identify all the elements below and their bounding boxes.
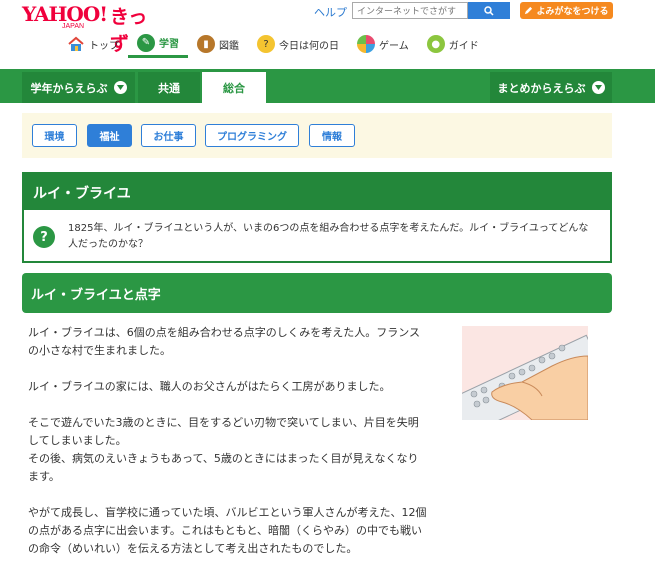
chip-welfare[interactable]: 福祉 bbox=[87, 124, 132, 147]
article-paragraph: ルイ・ブライユの家には、職人のお父さんがはたらく工房がありました。 bbox=[28, 380, 391, 393]
gnav-zukan-label: 図鑑 bbox=[219, 40, 239, 52]
gnav-guide-label: ガイド bbox=[448, 40, 479, 52]
chip-information[interactable]: 情報 bbox=[309, 124, 355, 147]
calendar-icon: ? bbox=[257, 35, 275, 53]
topic-box: ルイ・ブライユ ? 1825年、ルイ・ブライユという人が、いまの6つの点を組み合… bbox=[22, 172, 612, 263]
search-icon bbox=[484, 5, 494, 16]
chip-programming[interactable]: プログラミング bbox=[205, 124, 299, 147]
gnav-today-label: 今日は何の日 bbox=[279, 40, 339, 52]
game-icon bbox=[357, 35, 375, 53]
tab-summary[interactable]: まとめからえらぶ bbox=[490, 72, 612, 103]
article-paragraph: そこで遊んでいた3歳のときに、目をするどい刃物で突いてしまい、片目を失明してしま… bbox=[28, 416, 419, 447]
gnav-game-label: ゲーム bbox=[379, 40, 409, 52]
global-nav: トップ ✎ 学習 ▮ 図鑑 ? 今日は何の日 ゲーム ● ガイド bbox=[58, 30, 488, 58]
pencil-icon bbox=[525, 6, 533, 15]
yahoo-kids-logo[interactable]: YAHOO! JAPAN きっず bbox=[22, 2, 162, 55]
page-title: ルイ・ブライユ bbox=[24, 174, 610, 210]
pencil-icon: ✎ bbox=[137, 33, 155, 52]
article-paragraph: やがて成長し、盲学校に通っていた頃、バルビエという軍人さんが考えた、12個の点が… bbox=[28, 506, 427, 555]
search-button[interactable] bbox=[468, 2, 510, 19]
question-icon: ? bbox=[33, 226, 55, 248]
section-heading: ルイ・ブライユと点字 bbox=[22, 273, 612, 313]
logo-japan: JAPAN bbox=[62, 23, 85, 30]
tab-common[interactable]: 共通 bbox=[138, 72, 200, 103]
gnav-game[interactable]: ゲーム bbox=[348, 30, 418, 58]
guide-icon: ● bbox=[426, 35, 445, 53]
article-paragraph: その後、病気のえいきょうもあって、5歳のときにはまったく目が見えなくなります。 bbox=[28, 452, 419, 483]
gnav-zukan[interactable]: ▮ 図鑑 bbox=[188, 30, 248, 58]
gnav-study[interactable]: ✎ 学習 bbox=[128, 30, 188, 58]
search-input[interactable] bbox=[352, 2, 468, 19]
tab-common-label: 共通 bbox=[158, 81, 180, 95]
chip-job[interactable]: お仕事 bbox=[141, 124, 196, 147]
gnav-top[interactable]: トップ bbox=[58, 30, 128, 58]
chevron-down-icon bbox=[591, 81, 605, 94]
gnav-top-label: トップ bbox=[89, 40, 119, 52]
gnav-study-label: 学習 bbox=[159, 39, 179, 50]
tab-grade-label: 学年からえらぶ bbox=[30, 81, 108, 95]
article-body: ルイ・ブライユは、6個の点を組み合わせる点字のしくみを考えた人。フランスの小さな… bbox=[28, 324, 428, 567]
chevron-down-icon bbox=[113, 81, 127, 94]
tab-summary-label: まとめからえらぶ bbox=[497, 81, 586, 95]
help-link[interactable]: ヘルプ bbox=[314, 4, 347, 20]
home-icon bbox=[68, 36, 84, 51]
gnav-guide[interactable]: ● ガイド bbox=[418, 30, 488, 58]
gnav-today[interactable]: ? 今日は何の日 bbox=[248, 30, 348, 58]
tab-general[interactable]: 総合 bbox=[202, 72, 266, 103]
book-icon: ▮ bbox=[197, 35, 215, 53]
site-header: YAHOO! JAPAN きっず ヘルプ よみがなをつける トップ ✎ 学習 bbox=[0, 0, 655, 62]
yomigana-label: よみがなをつける bbox=[536, 7, 609, 17]
yomigana-button[interactable]: よみがなをつける bbox=[520, 2, 613, 19]
tab-general-label: 総合 bbox=[223, 81, 245, 95]
chip-environment[interactable]: 環境 bbox=[32, 124, 77, 147]
braille-hand-illustration bbox=[462, 326, 588, 420]
article-paragraph: ルイ・ブライユは、6個の点を組み合わせる点字のしくみを考えた人。フランスの小さな… bbox=[28, 326, 420, 357]
tab-grade[interactable]: 学年からえらぶ bbox=[22, 72, 135, 103]
topic-description: 1825年、ルイ・ブライユという人が、いまの6つの点を組み合わせる点字を考えたん… bbox=[68, 223, 589, 250]
